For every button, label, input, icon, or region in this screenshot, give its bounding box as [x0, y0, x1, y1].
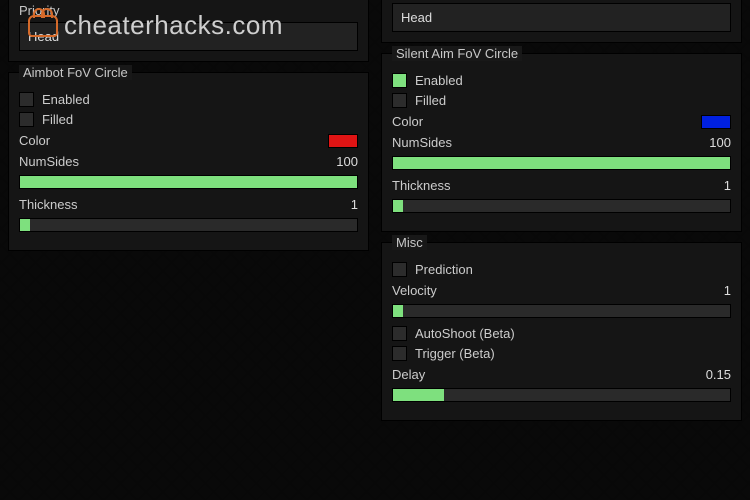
aimbot-numsides-value: 100 — [336, 154, 358, 169]
aimbot-enabled-label: Enabled — [42, 92, 90, 107]
checkbox-icon — [392, 346, 407, 361]
aimbot-enabled-checkbox[interactable]: Enabled — [19, 92, 358, 107]
right-head-value: Head — [401, 10, 432, 25]
slider-fill — [393, 157, 730, 169]
misc-title: Misc — [392, 235, 427, 250]
prediction-label: Prediction — [415, 262, 473, 277]
aimbot-color-swatch[interactable] — [328, 134, 358, 148]
aimbot-numsides-label: NumSides — [19, 154, 79, 169]
aimbot-filled-checkbox[interactable]: Filled — [19, 112, 358, 127]
silent-fov-title: Silent Aim FoV Circle — [392, 46, 522, 61]
silent-numsides-label: NumSides — [392, 135, 452, 150]
checkbox-icon — [392, 93, 407, 108]
aimbot-color-label: Color — [19, 133, 50, 148]
silent-thickness-value: 1 — [724, 178, 731, 193]
slider-fill — [393, 305, 403, 317]
silent-numsides-value: 100 — [709, 135, 731, 150]
aimbot-filled-label: Filled — [42, 112, 73, 127]
delay-label: Delay — [392, 367, 425, 382]
checkbox-icon — [392, 326, 407, 341]
right-head-group: Head — [381, 0, 742, 43]
aimbot-fov-panel: Aimbot FoV Circle Enabled Filled Color N… — [8, 72, 369, 251]
aimbot-thickness-label: Thickness — [19, 197, 78, 212]
silent-enabled-checkbox[interactable]: Enabled — [392, 73, 731, 88]
checkbox-icon — [19, 112, 34, 127]
watermark: cheaterhacks.com — [28, 10, 283, 41]
right-head-dropdown[interactable]: Head — [392, 3, 731, 32]
autoshoot-label: AutoShoot (Beta) — [415, 326, 515, 341]
checkbox-icon — [392, 262, 407, 277]
silent-color-swatch[interactable] — [701, 115, 731, 129]
misc-panel: Misc Prediction Velocity 1 AutoShoot (Be… — [381, 242, 742, 421]
velocity-slider[interactable] — [392, 304, 731, 318]
aimbot-fov-title: Aimbot FoV Circle — [19, 65, 132, 80]
silent-thickness-label: Thickness — [392, 178, 451, 193]
gamepad-icon — [28, 15, 58, 37]
prediction-checkbox[interactable]: Prediction — [392, 262, 731, 277]
aimbot-thickness-slider[interactable] — [19, 218, 358, 232]
autoshoot-checkbox[interactable]: AutoShoot (Beta) — [392, 326, 731, 341]
velocity-value: 1 — [724, 283, 731, 298]
watermark-text: cheaterhacks.com — [64, 10, 283, 41]
slider-fill — [393, 200, 403, 212]
silent-numsides-slider[interactable] — [392, 156, 731, 170]
delay-value: 0.15 — [706, 367, 731, 382]
delay-slider[interactable] — [392, 388, 731, 402]
silent-thickness-slider[interactable] — [392, 199, 731, 213]
silent-filled-checkbox[interactable]: Filled — [392, 93, 731, 108]
silent-fov-panel: Silent Aim FoV Circle Enabled Filled Col… — [381, 53, 742, 232]
slider-fill — [20, 219, 30, 231]
aimbot-thickness-value: 1 — [351, 197, 358, 212]
slider-fill — [393, 389, 444, 401]
slider-fill — [20, 176, 357, 188]
trigger-checkbox[interactable]: Trigger (Beta) — [392, 346, 731, 361]
trigger-label: Trigger (Beta) — [415, 346, 495, 361]
checkbox-icon — [19, 92, 34, 107]
silent-color-label: Color — [392, 114, 423, 129]
silent-filled-label: Filled — [415, 93, 446, 108]
aimbot-numsides-slider[interactable] — [19, 175, 358, 189]
velocity-label: Velocity — [392, 283, 437, 298]
silent-enabled-label: Enabled — [415, 73, 463, 88]
checkbox-icon — [392, 73, 407, 88]
